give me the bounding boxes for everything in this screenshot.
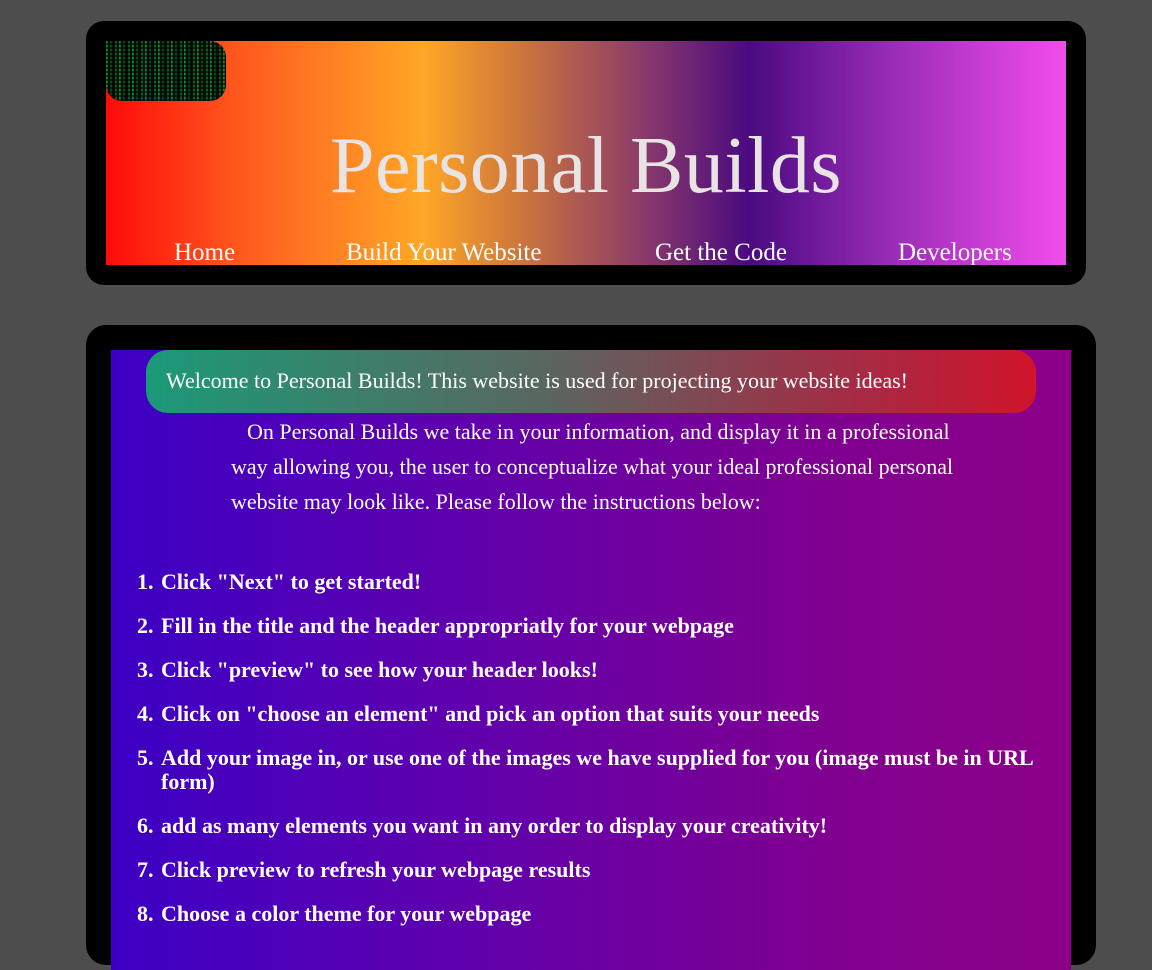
step-number: 7.: [137, 857, 154, 882]
instruction-step: 5. Add your image in, or use one of the i…: [137, 746, 1062, 794]
step-text: Add your image in, or use one of the ima…: [161, 745, 1033, 794]
step-text: Click "Next" to get started!: [161, 569, 422, 594]
matrix-code-logo-icon[interactable]: [106, 41, 226, 101]
main-frame: Welcome to Personal Builds! This website…: [86, 325, 1096, 970]
instructions-list: 1. Click "Next" to get started! 2. Fill in…: [137, 570, 1062, 946]
header-banner: Personal Builds Home Build Your Website …: [106, 41, 1066, 265]
step-text: add as many elements you want in any ord…: [161, 813, 828, 838]
step-number: 5.: [137, 745, 154, 770]
instruction-step: 1. Click "Next" to get started!: [137, 570, 1062, 594]
instruction-step: 3. Click "preview" to see how your header…: [137, 658, 1062, 682]
step-text: Fill in the title and the header appropr…: [161, 613, 734, 638]
nav-build-your-website-link[interactable]: Build Your Website: [346, 237, 541, 265]
welcome-banner: Welcome to Personal Builds! This website…: [146, 350, 1036, 413]
instruction-step: 2. Fill in the title and the header appro…: [137, 614, 1062, 638]
step-text: Click "preview" to see how your header l…: [161, 657, 598, 682]
instruction-step: 8. Choose a color theme for your webpage: [137, 902, 1062, 926]
welcome-text: Welcome to Personal Builds! This website…: [166, 368, 909, 393]
step-text: Choose a color theme for your webpage: [161, 901, 532, 926]
instruction-step: 4. Click on "choose an element" and pick …: [137, 702, 1062, 726]
step-number: 6.: [137, 813, 154, 838]
site-title: Personal Builds: [330, 122, 842, 210]
step-text: Click on "choose an element" and pick an…: [161, 701, 820, 726]
step-number: 4.: [137, 701, 154, 726]
intro-paragraph: On Personal Builds we take in your infor…: [231, 419, 954, 514]
nav-developers-link[interactable]: Developers: [898, 237, 1012, 265]
step-text: Click preview to refresh your webpage re…: [161, 857, 591, 882]
instruction-step: 6. add as many elements you want in any o…: [137, 814, 1062, 838]
step-number: 1.: [137, 569, 154, 594]
instruction-step: 7. Click preview to refresh your webpage …: [137, 858, 1062, 882]
header-frame: Personal Builds Home Build Your Website …: [86, 21, 1086, 285]
nav-get-the-code-link[interactable]: Get the Code: [655, 237, 787, 265]
nav-home-link[interactable]: Home: [174, 237, 235, 265]
step-number: 8.: [137, 901, 154, 926]
main-content: Welcome to Personal Builds! This website…: [111, 350, 1071, 970]
step-number: 3.: [137, 657, 154, 682]
step-number: 2.: [137, 613, 154, 638]
